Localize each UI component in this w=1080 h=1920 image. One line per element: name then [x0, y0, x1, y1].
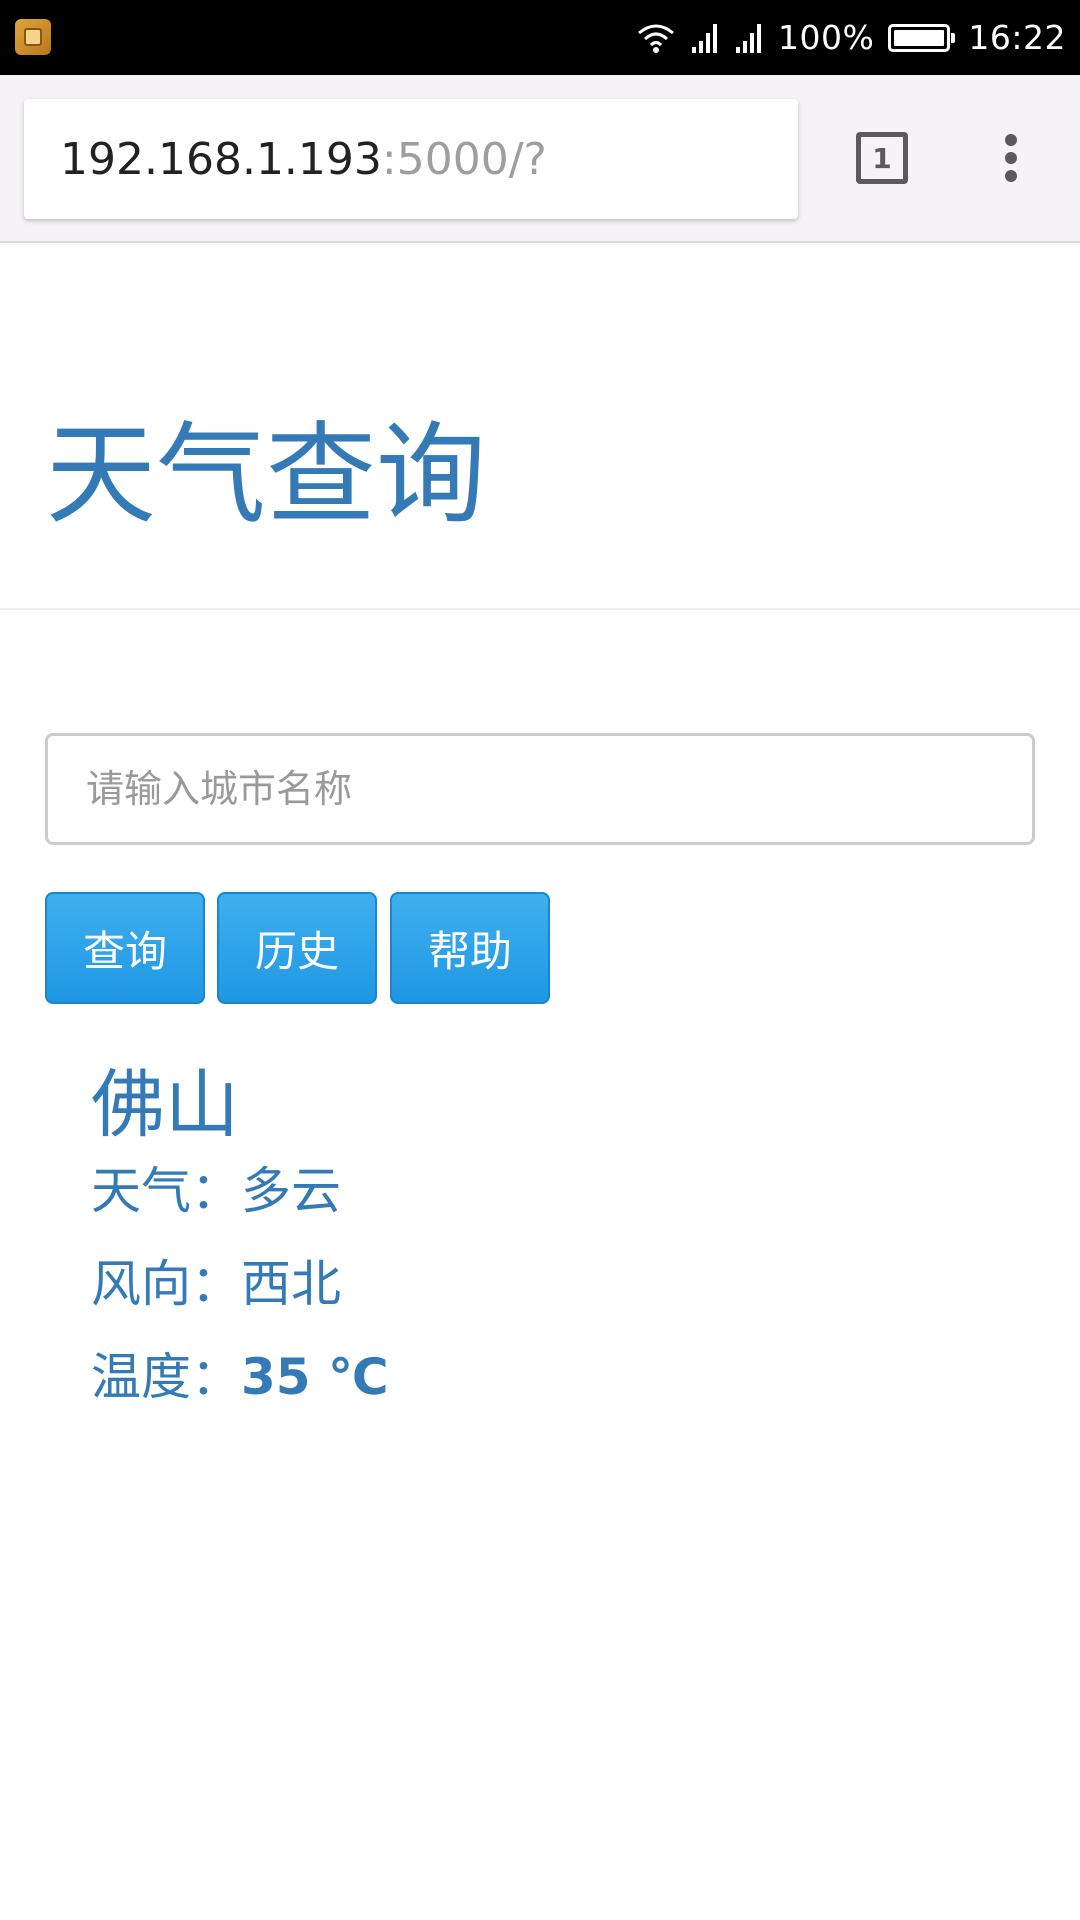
overflow-menu-icon[interactable] — [994, 130, 1028, 186]
battery-icon — [888, 23, 956, 52]
status-bar: 100% 16:22 — [0, 0, 1080, 75]
weather-row: 天气：多云 — [91, 1162, 389, 1220]
result-city: 佛山 — [91, 1062, 239, 1148]
weather-label: 天气： — [91, 1162, 241, 1220]
signal-icon — [692, 23, 718, 53]
wifi-icon — [638, 24, 674, 53]
menu-dot — [1005, 152, 1017, 164]
menu-dot — [1005, 134, 1017, 146]
url-bar[interactable]: 192.168.1.193:5000/? — [24, 99, 798, 219]
wind-label: 风向： — [91, 1255, 241, 1313]
weather-result: 佛山 天气：多云 风向：西北 温度：35 ℃ — [91, 1060, 389, 1441]
signal-icon — [736, 23, 762, 53]
tab-switcher-button[interactable]: 1 — [856, 132, 908, 184]
app-notification-icon — [15, 19, 51, 55]
temperature-row: 温度：35 ℃ — [91, 1348, 389, 1406]
url-host: 192.168.1.193 — [60, 133, 382, 185]
title-divider — [0, 608, 1080, 610]
city-search-input[interactable] — [45, 733, 1035, 845]
query-button[interactable]: 查询 — [45, 892, 205, 1004]
battery-percent: 100% — [778, 18, 875, 57]
help-button[interactable]: 帮助 — [390, 892, 550, 1004]
url-path: :5000/? — [381, 133, 547, 185]
status-bar-right: 100% 16:22 — [636, 0, 1066, 75]
clock: 16:22 — [968, 18, 1066, 57]
wind-row: 风向：西北 — [91, 1255, 389, 1313]
browser-toolbar: 192.168.1.193:5000/? 1 — [0, 75, 1080, 243]
menu-dot — [1005, 170, 1017, 182]
weather-value: 多云 — [241, 1162, 341, 1220]
temperature-value: 35 ℃ — [241, 1348, 389, 1406]
history-button[interactable]: 历史 — [217, 892, 377, 1004]
page-title: 天气查询 — [46, 411, 486, 539]
temperature-label: 温度： — [91, 1348, 241, 1406]
wind-value: 西北 — [241, 1255, 341, 1313]
